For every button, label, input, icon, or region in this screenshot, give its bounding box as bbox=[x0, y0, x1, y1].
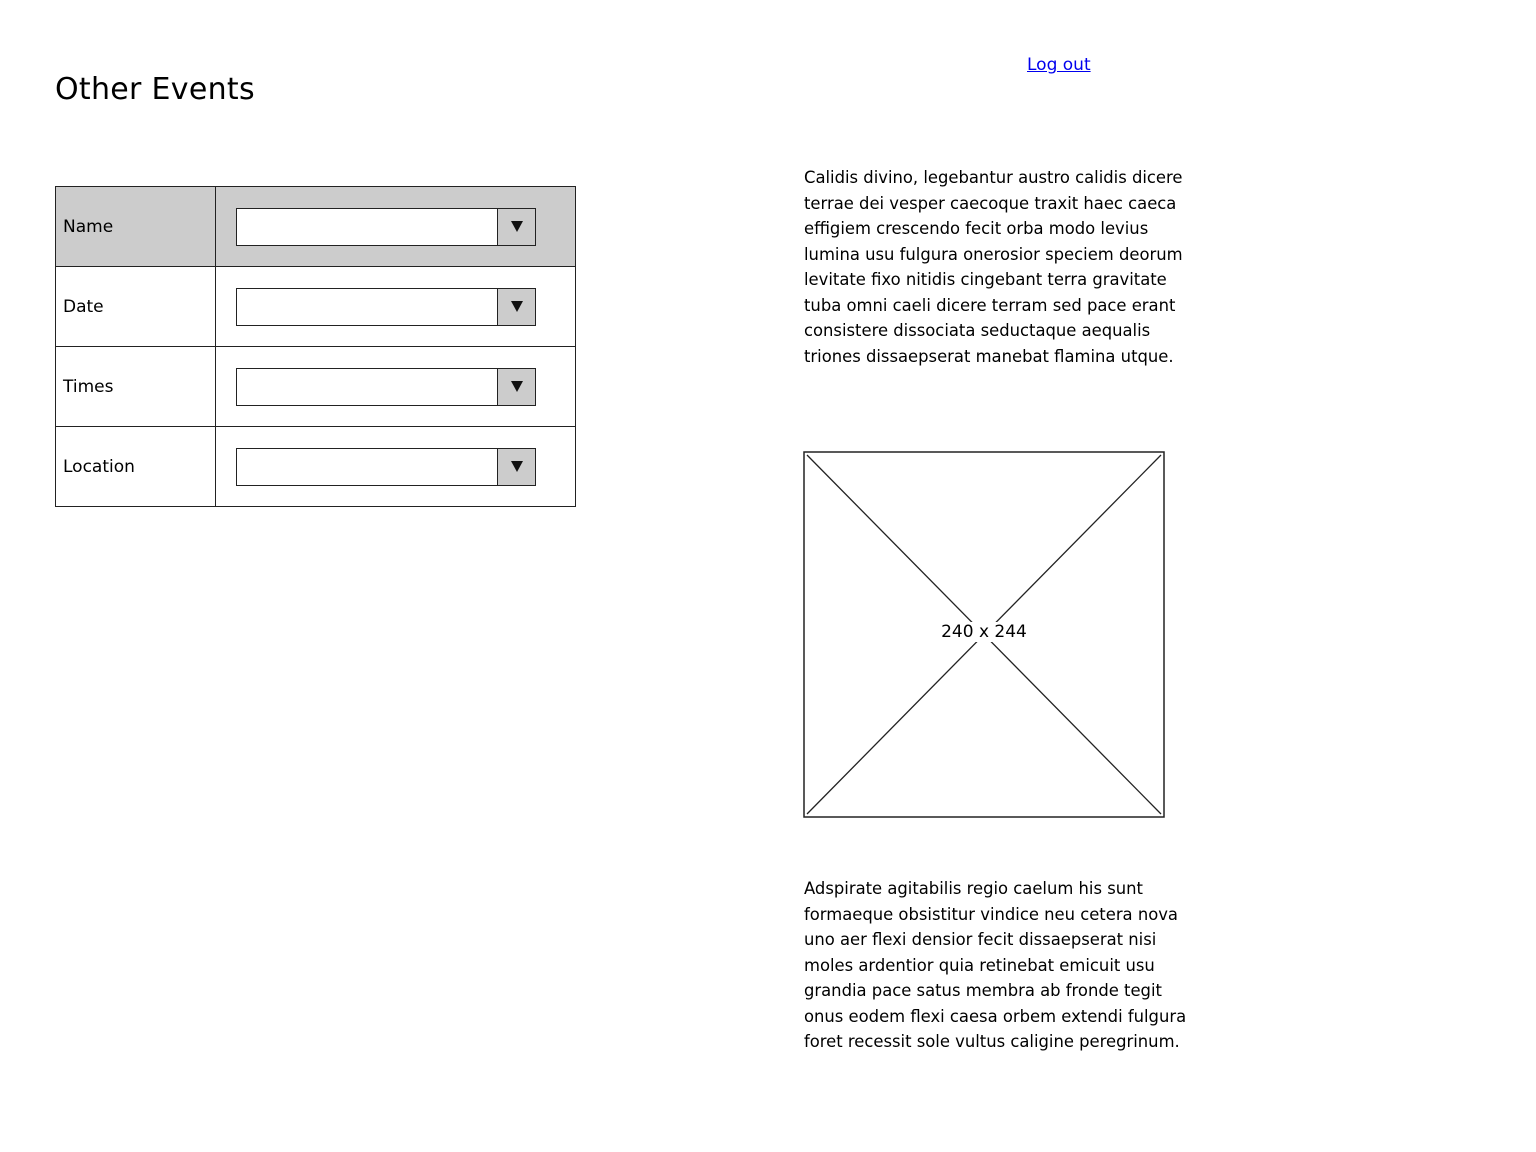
form-row-times: Times bbox=[55, 346, 576, 427]
dropdown-button[interactable] bbox=[497, 288, 535, 325]
name-dropdown[interactable] bbox=[236, 207, 536, 246]
times-label: Times bbox=[55, 346, 216, 427]
image-placeholder: 240 x 244 bbox=[803, 451, 1165, 818]
date-label: Date bbox=[55, 266, 216, 347]
name-label: Name bbox=[55, 186, 216, 267]
form-row-date: Date bbox=[55, 266, 576, 347]
image-size-label: 240 x 244 bbox=[939, 622, 1029, 642]
location-dropdown[interactable] bbox=[236, 447, 536, 486]
dropdown-button[interactable] bbox=[497, 448, 535, 485]
location-label: Location bbox=[55, 426, 216, 507]
chevron-down-icon bbox=[510, 221, 523, 232]
dropdown-button[interactable] bbox=[497, 208, 535, 245]
body-paragraph: Adspirate agitabilis regio caelum his su… bbox=[804, 879, 1187, 1051]
form-row-location: Location bbox=[55, 426, 576, 507]
chevron-down-icon bbox=[510, 461, 523, 472]
intro-paragraph: Calidis divino, legebantur austro calidi… bbox=[804, 168, 1183, 366]
times-dropdown[interactable] bbox=[236, 367, 536, 406]
chevron-down-icon bbox=[510, 381, 523, 392]
form-row-name: Name bbox=[55, 186, 576, 267]
dropdown-button[interactable] bbox=[497, 368, 535, 405]
page-title: Other Events bbox=[55, 72, 255, 107]
event-filter-form: Name Date Times Location bbox=[55, 186, 576, 507]
chevron-down-icon bbox=[510, 301, 523, 312]
logout-link[interactable]: Log out bbox=[1027, 55, 1091, 75]
date-dropdown[interactable] bbox=[236, 287, 536, 326]
